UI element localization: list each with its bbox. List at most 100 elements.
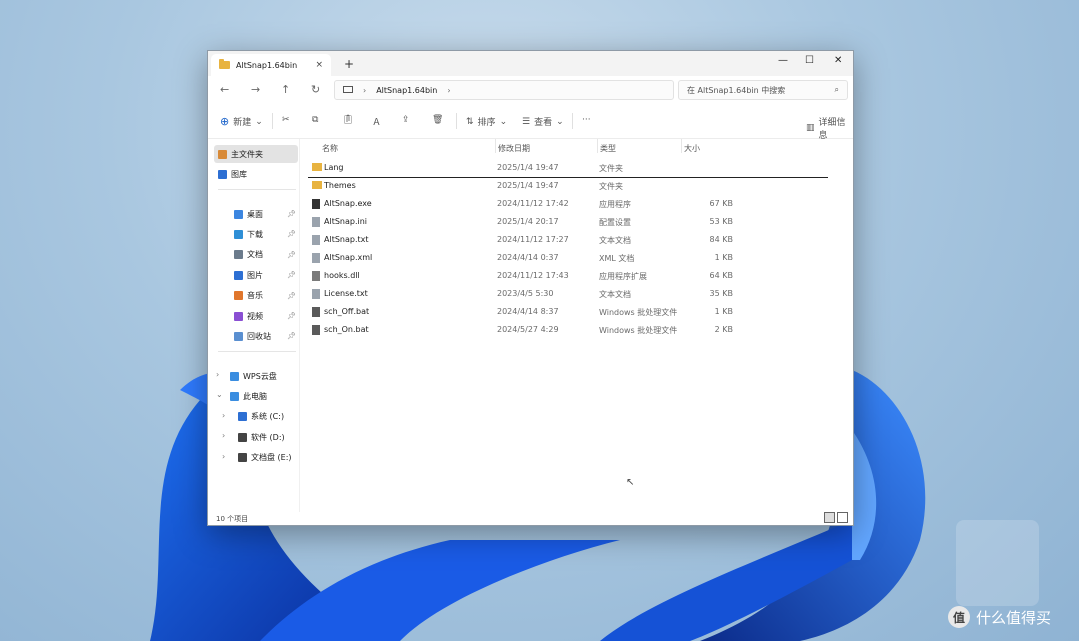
cut-icon[interactable]: ✂ [282, 115, 290, 125]
sidebar-item-label: 文档 [247, 250, 263, 260]
paste-icon[interactable]: 📋︎ [342, 115, 353, 125]
copy-icon[interactable]: ⧉ [312, 115, 318, 125]
sidebar-item-tree-4[interactable]: 文档盘 (E:) [214, 449, 298, 467]
sidebar-item-pinned-5[interactable]: 视频 📌︎ [214, 307, 298, 325]
file-row[interactable]: hooks.dll 2024/11/12 17:43 应用程序扩展 64 KB [308, 267, 828, 285]
dll-icon [312, 271, 320, 281]
column-header-date[interactable]: 修改日期 [498, 143, 530, 154]
sidebar-item-pinned-3[interactable]: 图片 📌︎ [214, 266, 298, 284]
sidebar-item-tree-0[interactable]: WPS云盘 [214, 367, 298, 385]
file-row[interactable]: AltSnap.ini 2025/1/4 20:17 配置设置 53 KB [308, 213, 828, 231]
close-button[interactable]: ✕ [834, 55, 842, 66]
rename-icon[interactable]: Ａ [372, 115, 381, 128]
status-bar: 10 个项目 [208, 512, 853, 525]
column-header-size[interactable]: 大小 [684, 143, 700, 154]
file-date: 2024/11/12 17:27 [497, 235, 569, 244]
sidebar-item-tree-1[interactable]: 此电脑 [214, 387, 298, 405]
watermark-text: 什么值得买 [976, 608, 1052, 627]
new-tab-button[interactable]: + [344, 57, 354, 71]
column-divider [597, 139, 598, 153]
file-type: Windows 批处理文件 [599, 308, 678, 317]
sidebar-item-tree-3[interactable]: 软件 (D:) [214, 428, 298, 446]
details-view-icon[interactable] [824, 512, 835, 523]
column-header-name[interactable]: 名称 [322, 143, 338, 154]
chevron-right-icon[interactable]: › [222, 411, 225, 420]
new-button[interactable]: ⊕ 新建 ⌄ [220, 115, 263, 128]
navigation-bar: ← → ↑ ↻ › AltSnap1.64bin › 在 AltSnap1.64… [208, 76, 853, 104]
sidebar-item-pinned-0[interactable]: 桌面 📌︎ [214, 205, 298, 223]
view-label: 查看 [534, 118, 553, 128]
sidebar-item-label: 此电脑 [243, 391, 267, 401]
refresh-button[interactable]: ↻ [311, 83, 320, 96]
file-icon [312, 217, 320, 227]
sidebar-item-pinned-4[interactable]: 音乐 📌︎ [214, 287, 298, 305]
breadcrumb-separator: › [363, 85, 367, 95]
tab-close-button[interactable]: × [315, 60, 323, 70]
chevron-right-icon[interactable]: › [222, 452, 225, 461]
breadcrumb-separator: › [447, 85, 451, 95]
chevron-right-icon[interactable]: › [216, 370, 219, 379]
sidebar-item-top-1[interactable]: 图库 [214, 165, 298, 183]
breadcrumb-item[interactable]: AltSnap1.64bin [376, 86, 437, 95]
pin-icon: 📌︎ [287, 250, 296, 259]
file-row[interactable]: AltSnap.exe 2024/11/12 17:42 应用程序 67 KB [308, 195, 828, 213]
file-size: 2 KB [714, 325, 733, 334]
search-box[interactable]: 在 AltSnap1.64bin 中搜索 ⌕ [678, 80, 848, 100]
sidebar-item-pinned-2[interactable]: 文档 📌︎ [214, 246, 298, 264]
file-date: 2025/1/4 19:47 [497, 163, 559, 172]
chevron-right-icon[interactable]: › [222, 431, 225, 440]
file-icon [312, 253, 320, 263]
file-row[interactable]: sch_On.bat 2024/5/27 4:29 Windows 批处理文件 2 K… [308, 321, 828, 339]
file-date: 2024/11/12 17:42 [497, 199, 569, 208]
folder-icon [312, 181, 322, 189]
toolbar-divider [456, 113, 457, 129]
view-button[interactable]: ☰ 查看 ⌄ [522, 115, 564, 129]
sidebar-item-label: 视频 [247, 311, 263, 321]
file-date: 2024/5/27 4:29 [497, 325, 559, 334]
bat-icon [312, 307, 320, 317]
pin-icon: 📌︎ [287, 291, 296, 300]
sort-button[interactable]: ⇅ 排序 ⌄ [466, 115, 508, 129]
bat-icon [312, 325, 320, 335]
file-date: 2024/11/12 17:43 [497, 271, 569, 280]
maximize-button[interactable]: ☐ [805, 55, 814, 66]
chevron-down-icon[interactable]: ⌄ [216, 390, 223, 399]
file-type: 配置设置 [599, 218, 631, 227]
navigation-pane: 主文件夹 图库 桌面 📌︎ 下载 📌︎ 文档 📌︎ 图片 📌︎ 音乐 📌︎ 视频 📌︎ 回收站 📌︎ WPS云盘… [208, 139, 300, 512]
file-row[interactable]: License.txt 2023/4/5 5:30 文本文档 35 KB [308, 285, 828, 303]
file-size: 53 KB [709, 217, 733, 226]
file-type: Windows 批处理文件 [599, 326, 678, 335]
sidebar-item-pinned-1[interactable]: 下载 📌︎ [214, 225, 298, 243]
minimize-button[interactable]: — [778, 55, 788, 66]
file-row[interactable]: Lang 2025/1/4 19:47 文件夹 [308, 159, 828, 178]
up-button[interactable]: ↑ [281, 83, 290, 96]
file-row[interactable]: AltSnap.xml 2024/4/14 0:37 XML 文档 1 KB [308, 249, 828, 267]
search-icon: ⌕ [834, 85, 839, 94]
large-icons-view-icon[interactable] [837, 512, 848, 523]
file-type: 应用程序扩展 [599, 272, 647, 281]
tab-altsnap[interactable]: AltSnap1.64bin × [211, 54, 331, 76]
file-row[interactable]: AltSnap.txt 2024/11/12 17:27 文本文档 84 KB [308, 231, 828, 249]
sidebar-item-tree-2[interactable]: 系统 (C:) [214, 408, 298, 426]
pin-icon: 📌︎ [287, 271, 296, 280]
file-row[interactable]: Themes 2025/1/4 19:47 文件夹 [308, 177, 828, 195]
file-name: AltSnap.exe [324, 199, 372, 208]
column-header-type[interactable]: 类型 [600, 143, 616, 154]
sidebar-item-label: WPS云盘 [243, 371, 277, 381]
sidebar-item-top-0[interactable]: 主文件夹 [214, 145, 298, 163]
pin-icon: 📌︎ [287, 210, 296, 218]
file-name: Themes [324, 181, 356, 190]
share-icon[interactable]: ⇪ [402, 115, 410, 125]
file-type: 文本文档 [599, 236, 631, 245]
chevron-down-icon: ⌄ [499, 116, 508, 127]
address-bar[interactable]: › AltSnap1.64bin › [334, 80, 674, 100]
forward-button[interactable]: → [251, 83, 260, 96]
file-row[interactable]: sch_Off.bat 2024/4/14 8:37 Windows 批处理文件 1 … [308, 303, 828, 321]
sidebar-item-pinned-6[interactable]: 回收站 📌︎ [214, 327, 298, 345]
more-options-button[interactable]: ··· [582, 115, 591, 125]
delete-icon[interactable]: 🗑︎ [432, 115, 443, 125]
back-button[interactable]: ← [220, 83, 229, 96]
file-date: 2025/1/4 20:17 [497, 217, 559, 226]
details-pane-button[interactable]: ▥ 详细信息 [806, 115, 853, 141]
tab-title: AltSnap1.64bin [236, 60, 298, 70]
